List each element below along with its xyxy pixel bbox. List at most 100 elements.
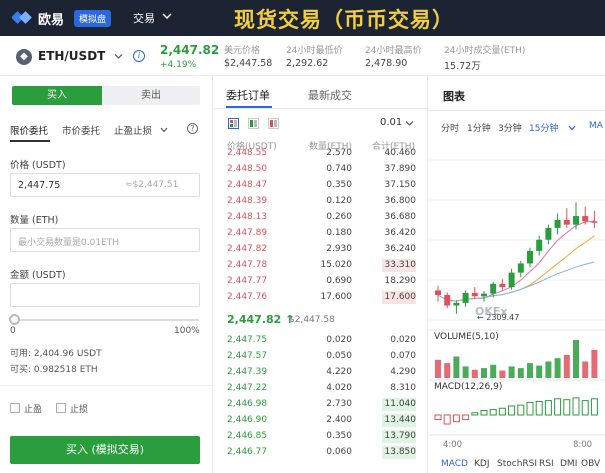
take-profit-label: 止盈 [24, 405, 43, 415]
interval-15m[interactable]: 15分钟 [529, 121, 558, 134]
macd-bar [471, 412, 479, 416]
nav-trade[interactable]: 交易 [133, 10, 155, 26]
ask-row[interactable]: 2,448.39 0.120 36.800 [214, 194, 428, 209]
sell-tab[interactable]: 卖出 [102, 86, 200, 105]
candle-body [444, 295, 451, 306]
candle-body [499, 283, 506, 288]
ask-row[interactable]: 2,448.47 0.350 37.150 [214, 178, 428, 193]
candle-body [582, 216, 589, 222]
view-asks-icon[interactable] [268, 118, 279, 129]
chevron-down-icon[interactable] [568, 125, 576, 131]
view-bids-icon[interactable] [248, 118, 259, 129]
buy-submit-button[interactable]: 买入 (模拟交易) [10, 436, 200, 464]
amount-slider-track[interactable] [13, 319, 199, 321]
bid-row[interactable]: 2,447.75 0.020 0.020 [214, 333, 428, 348]
order-total: 40.460 [384, 148, 417, 158]
order-size: 0.020 [326, 335, 352, 345]
order-total: 36.240 [384, 244, 417, 254]
bid-row[interactable]: 2,446.90 2.400 13.440 [214, 413, 428, 428]
indicator-tab-macd[interactable]: MACD [441, 459, 468, 469]
tab-recent-trades[interactable]: 最新成交 [308, 87, 352, 103]
interval-1m[interactable]: 1分钟 [467, 121, 491, 134]
chart-title: 图表 [443, 90, 465, 103]
view-both-icon[interactable] [228, 118, 239, 129]
macd-bar [434, 414, 442, 420]
interval-timeshare[interactable]: 分时 [441, 121, 459, 134]
volume-bar [481, 368, 487, 378]
stat-label: 24小时最低价 [286, 46, 343, 56]
volume-bar [444, 363, 451, 378]
ask-row[interactable]: 2,447.89 0.180 36.420 [214, 226, 428, 241]
candlestick-chart[interactable] [429, 140, 605, 473]
macd-bar [443, 414, 451, 425]
ask-row[interactable]: 2,447.82 2.930 36.240 [214, 242, 428, 257]
ask-row[interactable]: 2,448.50 0.740 37.890 [214, 162, 428, 177]
stop-loss-checkbox[interactable] [56, 403, 66, 413]
tab-orderbook[interactable]: 委托订单 [226, 87, 270, 103]
order-total: 8.310 [390, 383, 416, 393]
order-price: 2,447.76 [227, 292, 268, 302]
indicator-ma[interactable]: MA [589, 121, 603, 131]
order-price: 2,448.13 [227, 212, 268, 222]
bid-row[interactable]: 2,447.57 0.050 0.070 [214, 349, 428, 364]
bid-row[interactable]: 2,446.77 0.060 13.850 [214, 445, 428, 460]
candle-body [517, 263, 524, 273]
can-buy-amount: 可买: 0.982518 ETH [10, 365, 98, 375]
slider-min-label: 0 [10, 326, 16, 336]
logo-icon[interactable] [12, 8, 34, 26]
ask-row[interactable]: 2,447.76 17.600 17.600 [214, 290, 428, 305]
order-type-limit[interactable]: 限价委托 [10, 123, 48, 137]
volume-bar [462, 366, 469, 378]
order-price: 2,448.50 [227, 164, 268, 174]
chevron-down-icon[interactable] [160, 127, 168, 133]
indicator-tab-stochrsi[interactable]: StochRSI [497, 459, 537, 469]
order-total: 36.420 [384, 228, 417, 238]
volume-bar [471, 369, 478, 378]
order-total: 33.310 [384, 260, 417, 270]
volume-label: VOLUME(5,10) [434, 332, 499, 342]
volume-bar [545, 361, 552, 378]
amount-placeholder[interactable]: 最小交易数量是0.01ETH [18, 235, 119, 248]
interval-3m[interactable]: 3分钟 [498, 121, 522, 134]
bid-row[interactable]: 2,447.39 4.220 4.290 [214, 365, 428, 380]
pair-selector[interactable]: ETH/USDT [38, 49, 105, 63]
order-price: 2,447.57 [227, 351, 268, 361]
info-icon[interactable]: i [133, 50, 145, 62]
indicator-tab-obv[interactable]: OBV [581, 459, 600, 469]
active-order-type-indicator [10, 140, 50, 142]
stat-value: 2,292.62 [286, 58, 329, 69]
order-price: 2,446.85 [227, 431, 268, 441]
candle-body [563, 220, 570, 225]
chevron-down-icon[interactable] [162, 12, 172, 20]
chevron-down-icon[interactable] [405, 120, 414, 127]
bid-row[interactable]: 2,446.85 0.350 13.790 [214, 429, 428, 444]
indicator-tab-rsi[interactable]: RSI [539, 459, 554, 469]
stat-label: 24小时最高价 [365, 46, 422, 56]
price-value[interactable]: 2,447.75 [18, 180, 60, 191]
order-type-market[interactable]: 市价委托 [62, 123, 100, 137]
chevron-down-icon[interactable] [114, 53, 123, 60]
indicator-tab-dmi[interactable]: DMI [560, 459, 577, 469]
buy-tab[interactable]: 买入 [12, 86, 102, 105]
ask-row[interactable]: 2,448.55 2.570 40.460 [214, 146, 428, 161]
help-icon[interactable]: ? [187, 123, 198, 134]
ask-row[interactable]: 2,447.77 0.690 18.290 [214, 274, 428, 289]
ask-row[interactable]: 2,447.78 15.020 33.310 [214, 258, 428, 273]
total-input[interactable] [10, 283, 200, 307]
order-size: 2.570 [326, 148, 352, 158]
order-type-stop[interactable]: 止盈止损 [114, 123, 152, 137]
order-size: 4.220 [326, 367, 352, 377]
order-total: 13.790 [384, 431, 417, 441]
amount-slider-handle[interactable] [9, 314, 20, 325]
order-total: 13.440 [384, 415, 417, 425]
ask-row[interactable]: 2,448.13 0.260 36.680 [214, 210, 428, 225]
bid-row[interactable]: 2,446.98 2.730 11.040 [214, 397, 428, 412]
macd-bar [462, 414, 470, 420]
divider [0, 385, 213, 386]
take-profit-checkbox[interactable] [10, 403, 20, 413]
indicator-tab-kdj[interactable]: KDJ [474, 459, 490, 469]
stop-loss-label: 止损 [70, 405, 89, 415]
bid-row[interactable]: 2,447.22 4.020 8.310 [214, 381, 428, 396]
order-size: 2.730 [326, 399, 352, 409]
tick-size-select[interactable]: 0.01 [380, 117, 402, 128]
